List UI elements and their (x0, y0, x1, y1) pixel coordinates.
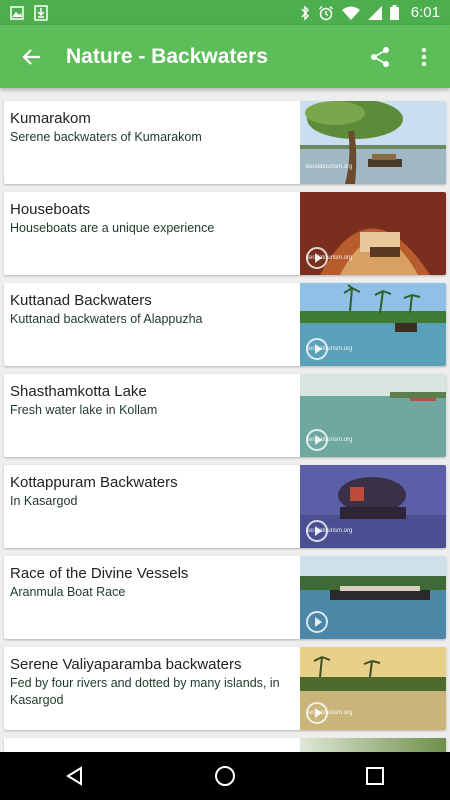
list-item-title: Houseboats (10, 201, 91, 218)
back-button[interactable] (0, 25, 64, 88)
list-item-text: Shasthamkotta Lake Fresh water lake in K… (4, 374, 300, 457)
list-item-subtitle: Aranmula Boat Race (10, 585, 126, 599)
play-icon[interactable] (306, 247, 328, 269)
status-bar: 6:01 (0, 0, 450, 25)
status-time: 6:01 (410, 4, 440, 21)
more-options-button[interactable] (402, 25, 446, 88)
list-item-title: Shasthamkotta Lake (10, 383, 147, 400)
bluetooth-icon (301, 4, 309, 21)
list-item-text: Kumarakom Serene backwaters of Kumarakom (4, 101, 300, 184)
page-title: Nature - Backwaters (66, 44, 268, 68)
backwaters-list: Kumarakom Serene backwaters of Kumarakom… (4, 101, 446, 758)
list-item[interactable]: Serene Valiyaparamba backwaters Fed by f… (4, 647, 446, 730)
list-item-thumbnail: keralatourism.org (300, 465, 446, 548)
list-item-thumbnail: keralatourism.org (300, 283, 446, 366)
list-item-thumbnail: keralatourism.org (300, 101, 446, 184)
list-item-subtitle: In Kasargod (10, 494, 78, 508)
kumarakom-thumbnail-image (300, 101, 446, 184)
share-button[interactable] (358, 25, 402, 88)
status-left-icons (10, 4, 48, 21)
list-item-subtitle: Fed by four rivers and dotted by many is… (10, 676, 280, 707)
list-item[interactable]: Kumarakom Serene backwaters of Kumarakom… (4, 101, 446, 184)
play-icon[interactable] (306, 702, 328, 724)
list-item-title: Kumarakom (10, 110, 91, 127)
list-item-text: Serene Valiyaparamba backwaters Fed by f… (4, 647, 300, 730)
list-item-title: Kottappuram Backwaters (10, 474, 178, 491)
list-item[interactable]: Houseboats Houseboats are a unique exper… (4, 192, 446, 275)
list-item[interactable]: Kuttanad Backwaters Kuttanad backwaters … (4, 283, 446, 366)
download-icon (34, 4, 48, 21)
list-item-text: Houseboats Houseboats are a unique exper… (4, 192, 300, 275)
battery-icon (389, 5, 399, 20)
list-item[interactable]: Race of the Divine Vessels Aranmula Boat… (4, 556, 446, 639)
list-item-subtitle: Houseboats are a unique experience (10, 221, 215, 235)
play-icon[interactable] (306, 429, 328, 451)
nav-recents-button[interactable] (345, 752, 405, 800)
list-item[interactable]: Shasthamkotta Lake Fresh water lake in K… (4, 374, 446, 457)
list-item-subtitle: Kuttanad backwaters of Alappuzha (10, 312, 203, 326)
more-vert-icon (421, 47, 427, 66)
alarm-icon (318, 5, 333, 20)
play-icon[interactable] (306, 520, 328, 542)
list-item-subtitle: Serene backwaters of Kumarakom (10, 130, 202, 144)
signal-icon (367, 5, 382, 20)
play-icon[interactable] (306, 338, 328, 360)
list-item-text: Race of the Divine Vessels Aranmula Boat… (4, 556, 300, 639)
status-right-icons: 6:01 (300, 4, 440, 21)
arrow-back-icon (22, 48, 40, 65)
list-item-thumbnail: keralatourism.org (300, 647, 446, 730)
list-item[interactable]: Kottappuram Backwaters In Kasargod keral… (4, 465, 446, 548)
list-item-thumbnail (300, 556, 446, 639)
share-icon (371, 46, 389, 67)
recents-square-icon (366, 767, 384, 785)
thumbnail-watermark: keralatourism.org (306, 164, 353, 170)
system-nav-bar (0, 752, 450, 800)
list-item-text: Kuttanad Backwaters Kuttanad backwaters … (4, 283, 300, 366)
list-item-text: Kottappuram Backwaters In Kasargod (4, 465, 300, 548)
home-circle-icon (215, 766, 235, 786)
wifi-icon (341, 6, 360, 20)
list-item-thumbnail: keralatourism.org (300, 374, 446, 457)
play-icon[interactable] (306, 611, 328, 633)
list-item-title: Serene Valiyaparamba backwaters (10, 656, 242, 673)
list-item-title: Kuttanad Backwaters (10, 292, 152, 309)
list-item-title: Race of the Divine Vessels (10, 565, 189, 582)
list-item-thumbnail: keralatourism.org (300, 192, 446, 275)
nav-back-button[interactable] (45, 752, 105, 800)
nav-home-button[interactable] (195, 752, 255, 800)
app-bar: Nature - Backwaters (0, 25, 450, 88)
back-triangle-icon (66, 766, 82, 786)
list-item-subtitle: Fresh water lake in Kollam (10, 403, 158, 417)
image-icon (10, 5, 24, 20)
